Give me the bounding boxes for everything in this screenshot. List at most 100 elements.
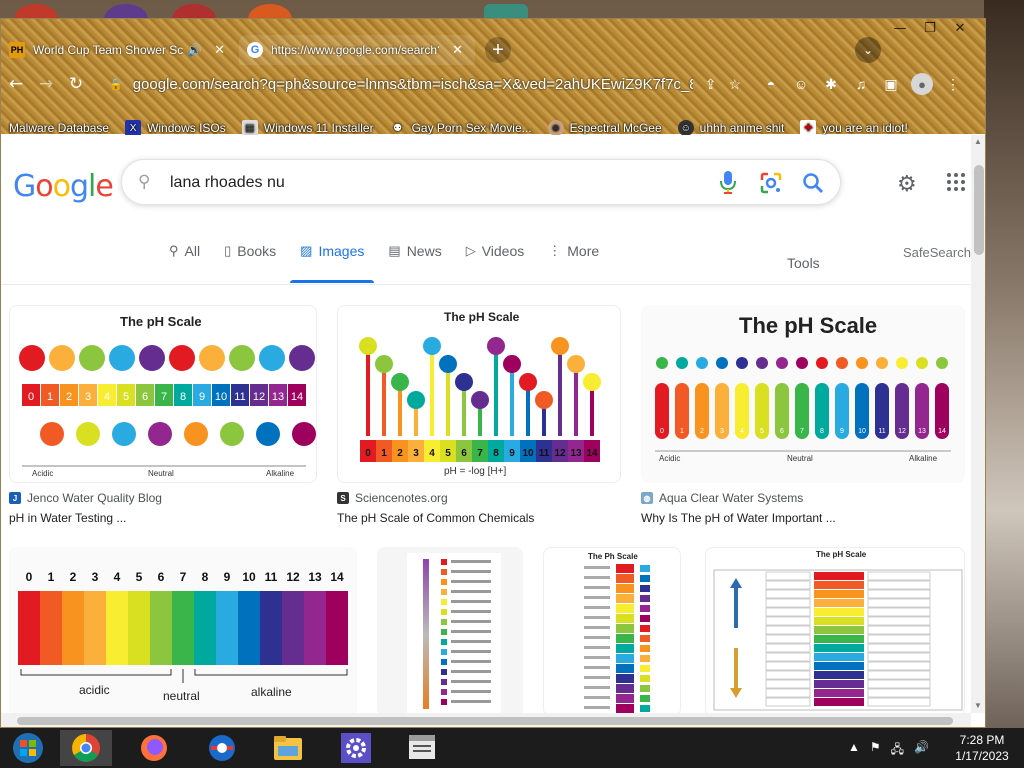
speaker-icon[interactable]: 🔊: [187, 43, 202, 57]
ph-color-cell: [814, 653, 864, 661]
image-result-6[interactable]: The Ph Scale: [543, 547, 681, 713]
substance-icon: [640, 665, 650, 672]
ph-number: 14: [291, 391, 303, 403]
image-result-2[interactable]: The pH Scale 0 1 2 3 4 5 6 7 8 9 10 11 12 13 14 pH = -…: [337, 305, 621, 483]
extensions-puzzle-icon[interactable]: ✱: [821, 74, 841, 94]
horizontal-scrollbar[interactable]: [1, 713, 971, 727]
image-result-1[interactable]: The pH Scale 0 1 2 3 4 5 6 7 8 9 10 11 12 13 14 Acidic…: [9, 305, 317, 483]
extension-avatar-icon[interactable]: ☺: [791, 74, 811, 94]
clock[interactable]: 7:28 PM 1/17/2023: [944, 732, 1020, 764]
store-icon[interactable]: [396, 730, 448, 766]
microphone-icon[interactable]: [718, 170, 738, 196]
profile-avatar-icon[interactable]: ●: [911, 73, 933, 95]
vertical-scrollbar[interactable]: ▲ ▼: [971, 135, 985, 713]
tab-google-search[interactable]: G https://www.google.com/search? ✕: [239, 35, 475, 65]
settings-gear-icon[interactable]: ⚙: [897, 171, 917, 197]
chrome-icon[interactable]: [60, 730, 112, 766]
image-result-5[interactable]: [377, 547, 523, 713]
tab-label: Images: [318, 243, 365, 259]
google-logo[interactable]: Google: [13, 169, 114, 204]
bookmark-item[interactable]: ✚ you are an idiot!: [800, 120, 908, 136]
result-caption[interactable]: pH in Water Testing ...: [9, 511, 126, 525]
scroll-down-icon[interactable]: ▼: [974, 701, 982, 710]
tab-close-icon[interactable]: ✕: [214, 42, 225, 58]
bookmark-item[interactable]: ☻ Espectral McGee: [547, 120, 662, 136]
ph-number: 7: [161, 391, 167, 403]
substance-circle: [109, 345, 135, 371]
scrollbar-thumb[interactable]: [17, 717, 953, 725]
ph-number: 0: [365, 448, 371, 459]
scrollbar-thumb[interactable]: [974, 165, 984, 255]
reload-icon[interactable]: ↻: [61, 69, 91, 99]
tab-search-chevron-icon[interactable]: ⌄: [855, 37, 881, 63]
search-submit-icon[interactable]: [802, 172, 824, 194]
flag-icon[interactable]: ⚑: [870, 740, 881, 761]
list-swatch: [441, 589, 447, 595]
chevron-up-icon[interactable]: ▲: [848, 740, 860, 761]
table-cell: [765, 616, 811, 626]
bookmark-item[interactable]: Malware Database: [9, 121, 109, 135]
bookmark-item[interactable]: X Windows ISOs: [125, 120, 226, 136]
share-icon[interactable]: ⇪: [705, 76, 717, 93]
tab-news[interactable]: ▤ News: [388, 235, 441, 267]
ph-color-cell: [814, 590, 864, 598]
tab-more[interactable]: ⋮ More: [548, 235, 599, 267]
settings-icon[interactable]: [330, 730, 382, 766]
ph-color-cell: [40, 591, 62, 665]
media-controls-icon[interactable]: ♫: [851, 74, 871, 94]
ph-color-cell: [172, 591, 194, 665]
bookmark-item[interactable]: ⚉ Gay Porn Sex Movie...: [390, 120, 532, 136]
list-swatch: [441, 649, 447, 655]
edge-icon[interactable]: [196, 730, 248, 766]
ph-color-cell: [616, 564, 634, 573]
forward-arrow-icon[interactable]: →: [31, 69, 61, 99]
firefox-icon[interactable]: [128, 730, 180, 766]
google-apps-icon[interactable]: [947, 173, 967, 193]
tab-books[interactable]: ▯ Books: [224, 235, 276, 267]
network-icon[interactable]: 🖧: [891, 740, 904, 761]
tab-pornhub[interactable]: PH World Cup Team Shower Sce 🔊 ✕: [1, 35, 237, 65]
search-input[interactable]: [170, 170, 670, 196]
extension-flag-icon[interactable]: ◓: [761, 74, 781, 94]
bookmark-star-icon[interactable]: ☆: [728, 76, 741, 93]
result-caption[interactable]: Why Is The pH of Water Important ...: [641, 511, 836, 525]
scroll-up-icon[interactable]: ▲: [974, 137, 982, 146]
ph-number: 4: [114, 570, 121, 584]
table-cell: [765, 634, 811, 644]
image-label: Neutral: [148, 469, 174, 478]
side-panel-icon[interactable]: ▣: [881, 74, 901, 94]
table-cell: [867, 652, 931, 662]
bookmark-item[interactable]: ▤ Windows 11 Installer: [241, 120, 374, 136]
substance-icon: [916, 357, 928, 369]
image-result-7[interactable]: The pH Scale: [705, 547, 965, 713]
tab-close-icon[interactable]: ✕: [452, 42, 463, 58]
image-result-3[interactable]: The pH Scale 0 1 2 3 4 5 6 7 8 9 10 11 12 13 14 Acidic…: [641, 305, 965, 483]
substance-circle: [19, 345, 45, 371]
result-source[interactable]: J Jenco Water Quality Blog: [9, 491, 162, 505]
file-explorer-icon[interactable]: [262, 730, 314, 766]
address-bar[interactable]: 🔒 google.com/search?q=ph&source=lnms&tbm…: [99, 69, 751, 99]
tab-images[interactable]: ▨ Images: [290, 235, 375, 283]
image-result-4[interactable]: 0 1 2 3 4 5 6 7 8 9 10 11 12 13 14 acidic neutral alka…: [9, 547, 357, 713]
chemical-icon: [439, 355, 457, 373]
google-lens-icon[interactable]: [760, 172, 782, 194]
lock-icon[interactable]: 🔒: [109, 78, 123, 91]
safesearch-button[interactable]: SafeSearch: [903, 245, 971, 260]
back-arrow-icon[interactable]: ←: [1, 69, 31, 99]
volume-icon[interactable]: 🔊: [914, 740, 929, 761]
result-caption[interactable]: The pH Scale of Common Chemicals: [337, 511, 534, 525]
logo-letter: G: [13, 169, 36, 204]
tab-videos[interactable]: ▷ Videos: [466, 235, 525, 267]
tab-all[interactable]: ⚲ All: [169, 235, 200, 267]
start-icon[interactable]: [2, 730, 54, 766]
url-text: google.com/search?q=ph&source=lnms&tbm=i…: [132, 75, 693, 93]
ph-color-cell: [814, 689, 864, 697]
search-box[interactable]: ⚲: [121, 159, 841, 205]
result-source[interactable]: ◍ Aqua Clear Water Systems: [641, 491, 803, 505]
tools-button[interactable]: Tools: [787, 255, 820, 271]
bookmark-item[interactable]: ☺ uhhh anime shit: [677, 120, 784, 136]
new-tab-button[interactable]: +: [485, 37, 511, 63]
browser-menu-icon[interactable]: ⋮: [943, 74, 963, 94]
ph-number: 14: [938, 428, 946, 435]
result-source[interactable]: S Sciencenotes.org: [337, 491, 448, 505]
